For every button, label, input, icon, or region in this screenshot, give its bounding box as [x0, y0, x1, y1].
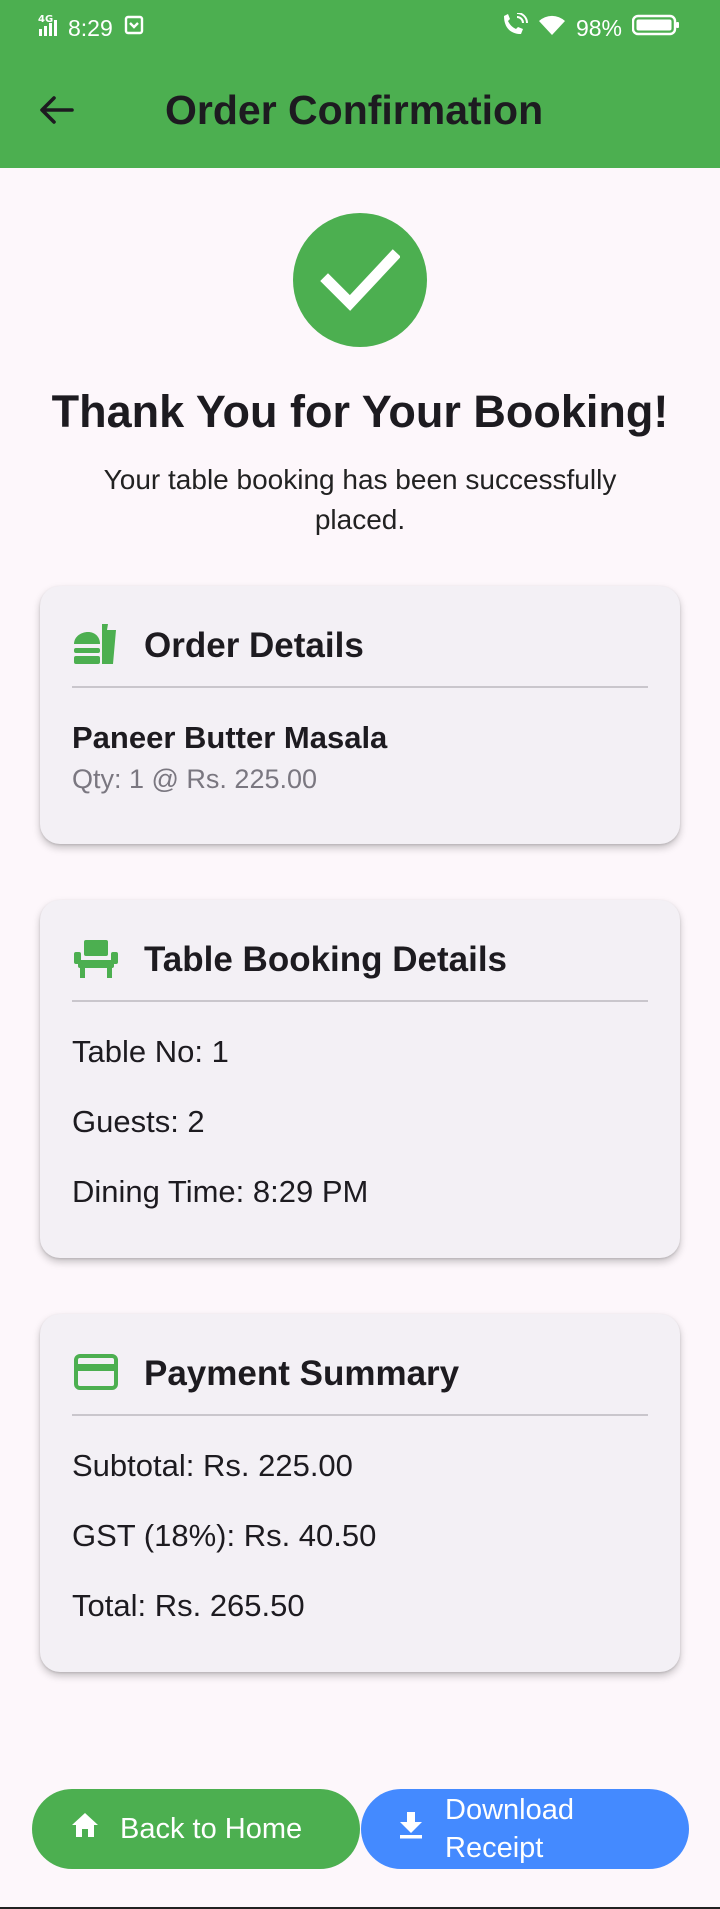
call-icon	[500, 12, 528, 43]
app-bar: Order Confirmation	[0, 56, 720, 168]
payment-summary-title: Payment Summary	[144, 1354, 460, 1393]
battery-icon	[631, 14, 680, 42]
confirmation-message: Your table booking has been successfully…	[103, 464, 617, 535]
table-number: Table No: 1	[72, 1034, 229, 1069]
order-details-title: Order Details	[144, 626, 364, 665]
divider	[72, 686, 648, 688]
screenshot-icon	[123, 14, 145, 42]
status-time: 8:29	[68, 14, 113, 41]
home-icon	[70, 1810, 100, 1848]
table-booking-card: Table Booking Details Table No: 1 Guests…	[40, 900, 680, 1258]
table-booking-title: Table Booking Details	[144, 940, 508, 979]
back-to-home-button[interactable]: Back to Home	[32, 1789, 360, 1869]
dining-time: Dining Time: 8:29 PM	[72, 1174, 369, 1209]
top-bar: 4G 8:29 98% Order Confirmation	[0, 0, 720, 168]
download-receipt-button[interactable]: Download Receipt	[361, 1789, 689, 1869]
divider	[72, 1414, 648, 1416]
check-circle-icon	[293, 213, 427, 347]
subtotal: Subtotal: Rs. 225.00	[72, 1448, 353, 1483]
signal-icon: 4G	[38, 13, 58, 43]
arrow-back-icon	[38, 94, 74, 131]
item-name: Paneer Butter Masala	[72, 720, 388, 755]
back-button[interactable]	[30, 90, 82, 134]
fastfood-icon	[72, 620, 120, 673]
page-title: Order Confirmation	[165, 87, 544, 133]
guest-count: Guests: 2	[72, 1104, 205, 1139]
gst-amount: GST (18%): Rs. 40.50	[72, 1518, 377, 1553]
download-receipt-label: Download Receipt	[445, 1794, 574, 1864]
back-to-home-label: Back to Home	[120, 1812, 303, 1845]
confirmation-heading: Thank You for Your Booking!	[51, 386, 669, 437]
order-details-card: Order Details Paneer Butter Masala Qty: …	[40, 586, 680, 844]
chair-icon	[72, 934, 120, 987]
credit-card-icon	[72, 1348, 120, 1401]
battery-percent: 98%	[575, 14, 622, 41]
item-quantity-price: Qty: 1 @ Rs. 225.00	[72, 764, 318, 794]
wifi-icon	[538, 14, 566, 42]
status-bar: 4G 8:29 98%	[0, 0, 720, 56]
divider	[72, 1000, 648, 1002]
download-icon	[397, 1810, 425, 1848]
payment-summary-card: Payment Summary Subtotal: Rs. 225.00 GST…	[40, 1314, 680, 1672]
total-amount: Total: Rs. 265.50	[72, 1588, 305, 1623]
